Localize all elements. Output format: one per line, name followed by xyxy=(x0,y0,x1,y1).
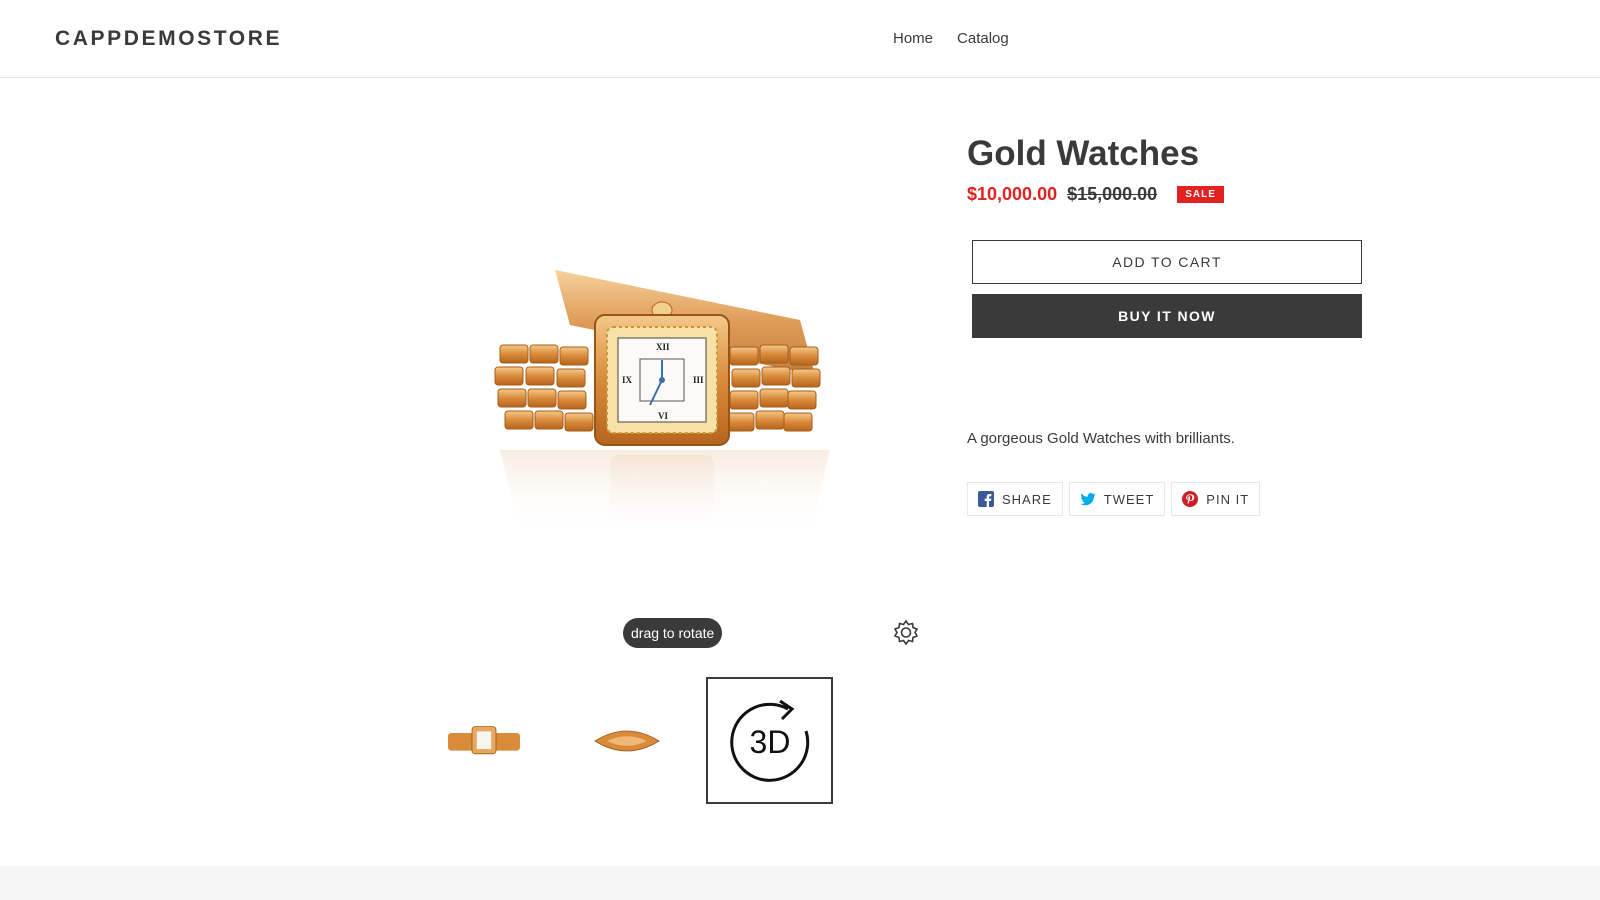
svg-text:3D: 3D xyxy=(749,724,790,760)
product-info: Gold Watches $10,000.00 $15,000.00 SALE … xyxy=(967,130,1387,516)
main-nav: Home Catalog xyxy=(893,30,1009,47)
product-title: Gold Watches xyxy=(967,134,1200,173)
share-twitter-button[interactable]: TWEET xyxy=(1068,482,1166,516)
watch-thumbnail-image xyxy=(447,725,520,754)
sale-badge: SALE xyxy=(1177,186,1224,203)
thumbnail-watch-back[interactable] xyxy=(563,677,690,804)
thumbnail-watch-front[interactable] xyxy=(420,677,547,804)
product-description: A gorgeous Gold Watches with brilliants. xyxy=(967,430,1235,447)
footer-band xyxy=(0,866,1600,900)
rotate-3d-icon: 3D xyxy=(729,699,809,782)
pinterest-icon xyxy=(1182,491,1199,507)
twitter-icon xyxy=(1080,493,1096,506)
share-facebook-button[interactable]: SHARE xyxy=(967,482,1063,516)
watch-thumbnail-image xyxy=(593,730,660,751)
add-to-cart-button[interactable]: Add to cart xyxy=(972,240,1362,284)
product-3d-viewer[interactable]: XII VI IX III xyxy=(460,235,860,675)
price-row: $10,000.00 $15,000.00 SALE xyxy=(967,184,1387,205)
svg-text:XII: XII xyxy=(656,342,670,352)
share-pinterest-button[interactable]: PIN IT xyxy=(1171,482,1261,516)
regular-price: $15,000.00 xyxy=(1067,184,1158,204)
product-media: XII VI IX III drag to rotate 3D xyxy=(420,105,920,805)
facebook-icon xyxy=(978,491,994,507)
nav-home[interactable]: Home xyxy=(893,30,933,47)
share-label: SHARE xyxy=(1002,491,1052,507)
gear-icon xyxy=(893,619,919,646)
social-share-buttons: SHARE TWEET PIN IT xyxy=(967,482,1387,516)
drag-to-rotate-hint: drag to rotate xyxy=(623,618,723,648)
sale-price: $10,000.00 xyxy=(967,184,1058,204)
svg-text:III: III xyxy=(693,375,704,385)
nav-catalog[interactable]: Catalog xyxy=(957,30,1009,47)
thumbnail-3d-model[interactable]: 3D xyxy=(706,677,833,804)
svg-text:IX: IX xyxy=(622,375,633,385)
site-header: CAPPDEMOSTORE Home Catalog xyxy=(0,0,1600,78)
pin-label: PIN IT xyxy=(1206,491,1250,507)
buy-it-now-button[interactable]: Buy it now xyxy=(972,294,1362,338)
tweet-label: TWEET xyxy=(1103,491,1155,507)
thumbnail-list: 3D xyxy=(420,677,833,804)
store-logo[interactable]: CAPPDEMOSTORE xyxy=(55,27,282,51)
svg-text:VI: VI xyxy=(658,411,668,421)
viewer-settings-button[interactable] xyxy=(890,618,922,650)
